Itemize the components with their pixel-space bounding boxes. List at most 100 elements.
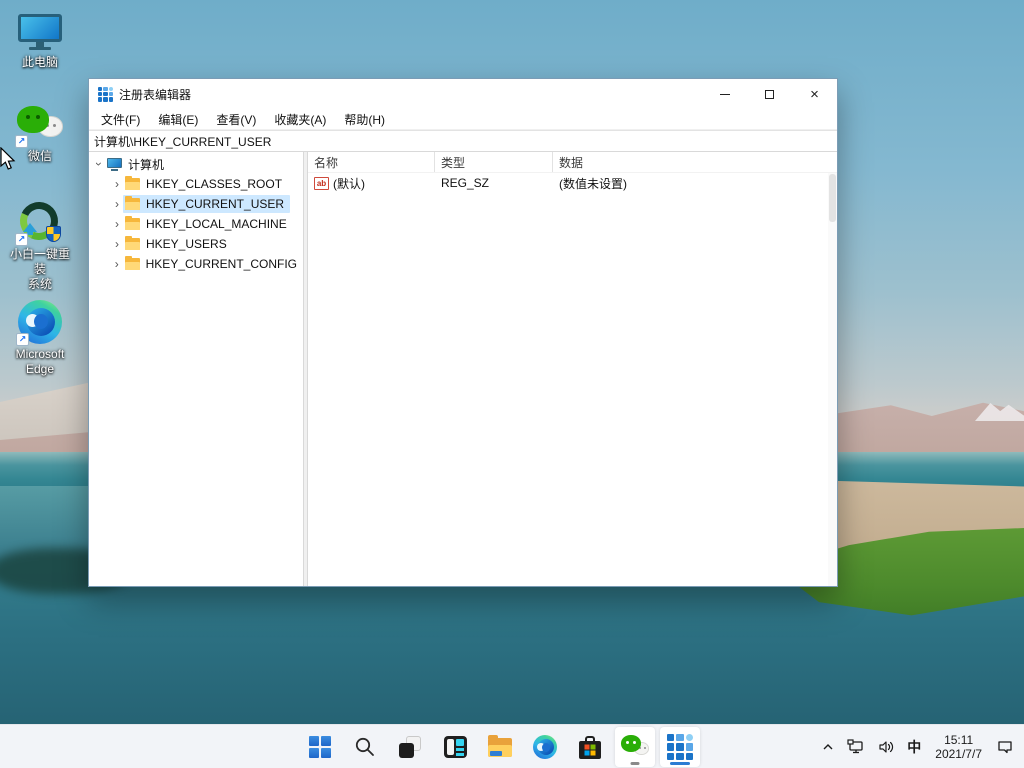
tree-item-hkey-users[interactable]: › HKEY_USERS	[89, 234, 303, 254]
menu-item-view[interactable]: 查看(V)	[207, 109, 265, 130]
chevron-right-icon[interactable]: ›	[111, 237, 123, 251]
folder-icon	[125, 176, 140, 190]
menu-item-help[interactable]: 帮助(H)	[335, 109, 394, 130]
tree-item-label: HKEY_LOCAL_MACHINE	[146, 217, 287, 231]
address-path: 计算机\HKEY_CURRENT_USER	[94, 134, 272, 149]
close-icon: ×	[810, 85, 819, 103]
taskbar-start-button[interactable]	[300, 727, 340, 767]
registry-tree-pane: › 计算机 › HKEY_CLASSES_ROOT › HKEY_CURRENT…	[89, 152, 303, 586]
computer-icon	[107, 157, 122, 171]
running-indicator	[630, 762, 640, 765]
shortcut-arrow-icon: ↗	[15, 233, 28, 246]
tree-root-computer[interactable]: › 计算机	[89, 154, 303, 174]
windows-logo-icon	[309, 736, 331, 758]
chevron-right-icon[interactable]: ›	[111, 197, 123, 211]
shield-icon	[46, 226, 61, 242]
menu-item-favorites[interactable]: 收藏夹(A)	[265, 109, 335, 130]
title-bar[interactable]: 注册表编辑器 ×	[89, 79, 837, 109]
desktop-icon-this-pc[interactable]: 此电脑	[6, 14, 74, 70]
desktop-icon-label-line2: Edge	[25, 362, 55, 376]
taskbar-regedit-button[interactable]	[660, 727, 700, 767]
wechat-icon	[621, 735, 649, 759]
window-title: 注册表编辑器	[119, 87, 192, 102]
wechat-icon: ↗	[15, 106, 63, 148]
maximize-icon	[765, 89, 774, 99]
desktop-icon-label-line2: 系统	[27, 277, 52, 291]
active-indicator	[670, 762, 690, 765]
tree-item-hkey-classes-root[interactable]: › HKEY_CLASSES_ROOT	[89, 174, 303, 194]
edge-icon	[533, 735, 557, 759]
folder-icon	[124, 256, 140, 270]
tray-network-button[interactable]	[843, 729, 869, 765]
tray-ime-indicator[interactable]: 中	[903, 729, 925, 765]
registry-value-row[interactable]: ab (默认) REG_SZ (数值未设置)	[308, 173, 837, 193]
desktop-icon-edge[interactable]: ↗ Microsoft Edge	[6, 300, 74, 377]
chevron-right-icon[interactable]: ›	[111, 257, 123, 271]
chevron-right-icon[interactable]: ›	[111, 217, 123, 231]
chevron-down-icon[interactable]: ›	[92, 158, 106, 170]
tree-root-label: 计算机	[128, 157, 165, 172]
desktop-icon-label: 微信	[27, 149, 52, 163]
menu-item-edit[interactable]: 编辑(E)	[149, 109, 207, 130]
column-header-data[interactable]: 数据	[553, 152, 837, 172]
desktop-icon-label-line1: Microsoft	[15, 347, 65, 361]
taskbar-widgets-button[interactable]	[435, 727, 475, 767]
shortcut-arrow-icon: ↗	[16, 333, 29, 346]
tree-item-hkey-local-machine[interactable]: › HKEY_LOCAL_MACHINE	[89, 214, 303, 234]
menu-item-file[interactable]: 文件(F)	[92, 109, 149, 130]
string-value-icon: ab	[314, 176, 329, 190]
tray-chevron-button[interactable]	[817, 729, 839, 765]
minimize-button[interactable]	[702, 79, 747, 109]
tree-item-label: HKEY_USERS	[146, 237, 227, 251]
regedit-window: 注册表编辑器 × 文件(F) 编辑(E) 查看(V) 收藏夹(A) 帮助(H) …	[88, 78, 838, 587]
column-header-name[interactable]: 名称	[308, 152, 435, 172]
desktop-icon-xiaobai-reinstall[interactable]: ↗ 小白一键重装 系统	[6, 196, 74, 292]
tree-item-label: HKEY_CURRENT_USER	[146, 197, 285, 211]
microsoft-store-icon	[579, 735, 601, 759]
desktop-icon-wechat[interactable]: ↗ 微信	[6, 106, 74, 164]
desktop-icon-label-line1: 小白一键重装	[9, 247, 70, 276]
registry-app-icon	[98, 86, 113, 102]
notification-center-button[interactable]	[992, 729, 1018, 765]
tray-volume-button[interactable]	[873, 729, 899, 765]
chevron-up-icon	[823, 744, 833, 750]
folder-icon	[125, 196, 140, 210]
tray-clock[interactable]: 15:11 2021/7/7	[929, 733, 988, 761]
desktop-icon-label: 此电脑	[21, 55, 58, 69]
task-view-icon	[399, 736, 421, 758]
list-header: 名称 类型 数据	[308, 152, 837, 173]
xiaobai-reinstall-icon: ↗	[14, 196, 64, 246]
column-header-type[interactable]: 类型	[435, 152, 553, 172]
value-data: (数值未设置)	[559, 176, 627, 191]
search-icon	[355, 737, 374, 756]
taskbar-wechat-button[interactable]	[615, 727, 655, 767]
tree-item-label: HKEY_CLASSES_ROOT	[146, 177, 283, 191]
folder-icon	[125, 216, 140, 230]
folder-icon	[125, 236, 140, 250]
volume-icon	[879, 741, 894, 753]
this-pc-icon	[18, 14, 62, 52]
scrollbar-thumb[interactable]	[829, 174, 836, 222]
mouse-cursor	[0, 147, 16, 170]
chevron-right-icon[interactable]: ›	[111, 177, 123, 191]
desktop: 此电脑 ↗ 微信 ↗ 小白一键重装 系统 ↗ Microsoft Edge 注册…	[0, 0, 1024, 768]
close-button[interactable]: ×	[792, 79, 837, 109]
taskbar-file-explorer-button[interactable]	[480, 727, 520, 767]
registry-app-icon	[667, 734, 693, 760]
registry-values-pane: 名称 类型 数据 ab (默认) REG_SZ (数值未设置)	[308, 152, 837, 586]
tree-item-hkey-current-user[interactable]: › HKEY_CURRENT_USER	[89, 194, 303, 214]
notification-icon	[998, 741, 1012, 754]
tree-item-hkey-current-config[interactable]: › HKEY_CURRENT_CONFIG	[89, 254, 303, 274]
taskbar-edge-button[interactable]	[525, 727, 565, 767]
taskbar-store-button[interactable]	[570, 727, 610, 767]
taskbar-search-button[interactable]	[345, 727, 385, 767]
network-icon	[847, 739, 863, 754]
edge-icon: ↗	[16, 300, 62, 346]
taskbar-task-view-button[interactable]	[390, 727, 430, 767]
address-bar[interactable]: 计算机\HKEY_CURRENT_USER	[89, 130, 837, 152]
vertical-scrollbar[interactable]	[828, 173, 837, 586]
widgets-icon	[443, 736, 467, 758]
taskbar: 中 15:11 2021/7/7	[0, 724, 1024, 768]
maximize-button[interactable]	[747, 79, 792, 109]
menu-bar: 文件(F) 编辑(E) 查看(V) 收藏夹(A) 帮助(H)	[89, 109, 837, 130]
